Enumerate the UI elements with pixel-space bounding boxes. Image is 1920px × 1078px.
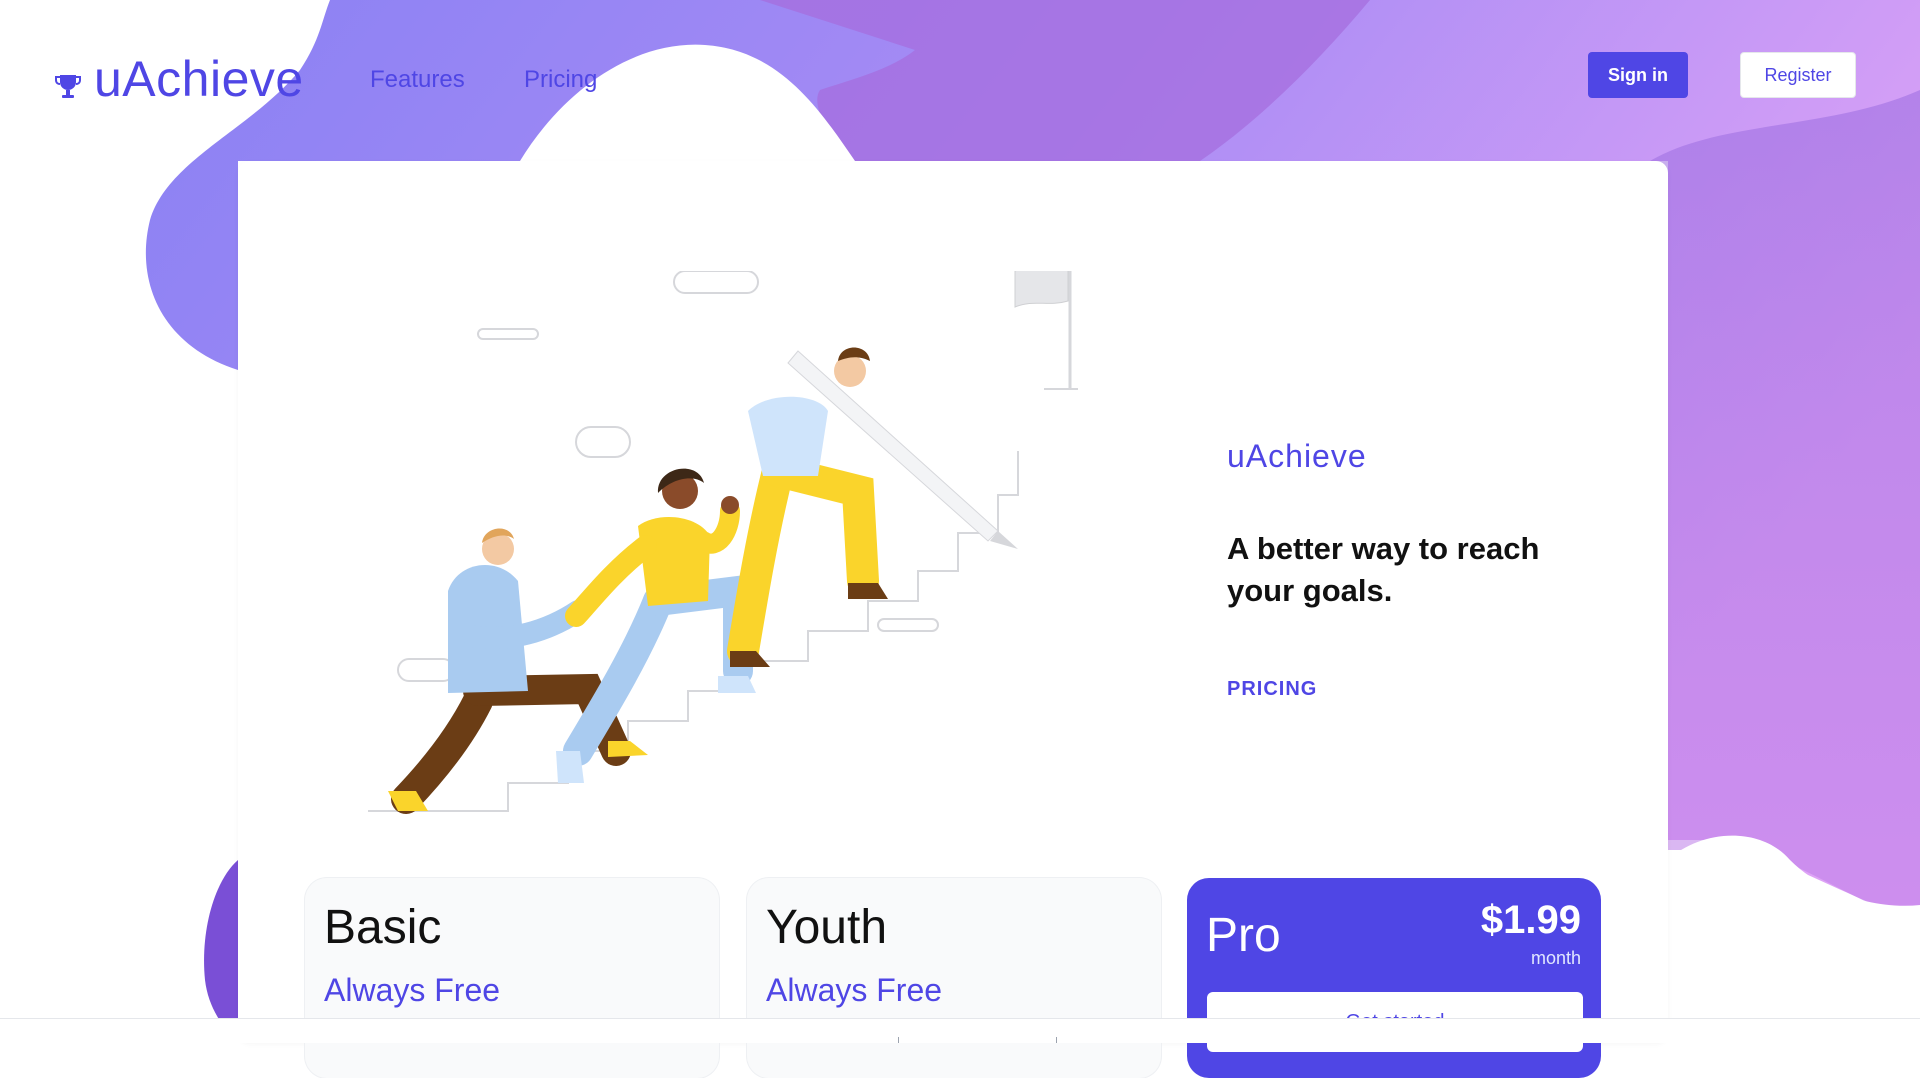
- person-2-fist: [721, 496, 739, 514]
- plan-name: Pro: [1206, 909, 1281, 962]
- person-2-shoe: [556, 751, 584, 783]
- register-button[interactable]: Register: [1740, 52, 1856, 98]
- plan-card-basic[interactable]: Basic Always Free: [305, 878, 719, 1078]
- plan-card-pro[interactable]: Pro $1.99 month Get started: [1187, 878, 1601, 1078]
- divider-tick: [1056, 1037, 1057, 1043]
- flag: [1014, 271, 1069, 308]
- trophy-icon: [55, 75, 81, 98]
- nav-link-features[interactable]: Features: [370, 66, 465, 94]
- plan-price: Always Free: [766, 972, 943, 1008]
- hero-tagline: A better way to reach your goals.: [1227, 531, 1540, 608]
- person-3-leg: [727, 455, 794, 667]
- plan-name: Youth: [766, 901, 888, 954]
- cloud-pill: [575, 426, 631, 458]
- bottom-left-blob: [204, 860, 238, 1042]
- person-2-torso: [638, 516, 710, 606]
- plan-period: month: [1530, 948, 1581, 968]
- cloud-pill: [397, 658, 455, 682]
- nav-link-pricing[interactable]: Pricing: [524, 66, 597, 94]
- cloud-pill: [477, 328, 539, 340]
- hero-card: uAchieve A better way to reach your goal…: [238, 161, 1668, 1078]
- hero-brand: uAchieve: [1227, 438, 1367, 474]
- divider-tick: [898, 1037, 899, 1043]
- plan-price: Always Free: [324, 972, 501, 1008]
- person-2-arm: [565, 535, 657, 627]
- person-3-shoe: [848, 583, 888, 599]
- person-1-shoe: [608, 741, 648, 757]
- sign-in-button[interactable]: Sign in: [1588, 52, 1688, 98]
- bottom-strip: [0, 1018, 1920, 1043]
- person-3-shoe: [730, 651, 770, 667]
- right-wave: [1650, 90, 1920, 920]
- pricing-link[interactable]: PRICING: [1227, 678, 1317, 701]
- person-1-leg: [391, 686, 493, 814]
- plan-name: Basic: [324, 901, 442, 954]
- person-3-leg: [762, 455, 879, 597]
- plan-card-youth[interactable]: Youth Always Free: [747, 878, 1161, 1078]
- cloud-pill: [673, 271, 759, 294]
- cloud-pill: [877, 618, 939, 632]
- logo-text: uAchieve: [94, 51, 304, 107]
- person-3-torso: [748, 396, 828, 476]
- plan-amount: $1.99: [1480, 898, 1581, 942]
- stairs-illustration: [368, 271, 1078, 814]
- person-2-arm: [693, 501, 740, 554]
- logo[interactable]: uAchieve: [54, 50, 304, 108]
